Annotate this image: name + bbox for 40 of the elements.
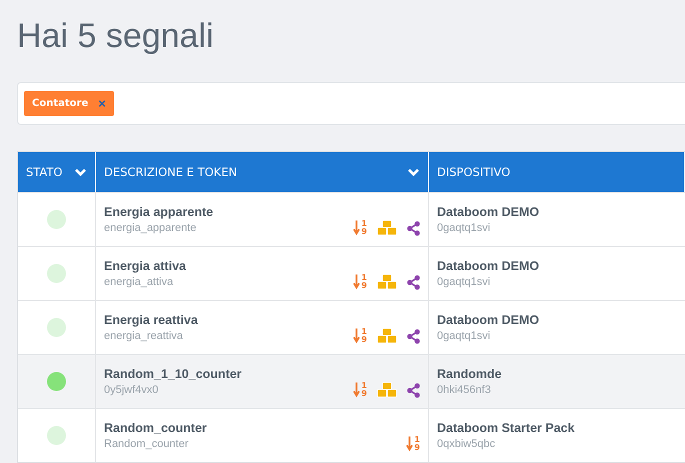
device-token: 0gaqtq1svi	[437, 330, 492, 342]
device-token: 0gaqtq1svi	[437, 276, 492, 288]
chevron-down-icon	[74, 168, 87, 176]
cubes-icon	[377, 328, 397, 344]
share-icon	[407, 329, 420, 344]
device-name: Databoom Starter Pack	[437, 421, 575, 435]
chevron-down-icon	[407, 168, 420, 176]
column-label: DISPOSITIVO	[437, 165, 510, 179]
signal-name: Energia attiva	[104, 259, 186, 273]
column-label: DESCRIZIONE E TOKEN	[104, 165, 238, 179]
share-icon	[407, 383, 420, 398]
signal-token: energia_apparente	[104, 222, 198, 234]
signal-token: 0y5jwf4vx0	[104, 384, 160, 396]
table-row[interactable]: Energia attiva energia_attiva 1 9 Databoom DEMO 0gaqtq1svi	[18, 246, 685, 300]
cubes-icon	[377, 382, 397, 398]
signal-token: energia_reattiva	[104, 330, 184, 342]
signal-token: energia_attiva	[104, 276, 174, 288]
column-label: STATO	[26, 165, 62, 179]
cubes-icon	[377, 274, 397, 290]
device-token: 0hki456nf3	[437, 384, 492, 396]
signal-name: Energia reattiva	[104, 313, 198, 327]
device-token: 0qxbiw5qbc	[437, 438, 496, 450]
share-icon	[407, 275, 420, 290]
share-icon	[407, 221, 420, 236]
device-name: Databoom DEMO	[437, 205, 540, 219]
cubes-icon	[377, 220, 397, 236]
device-name: Databoom DEMO	[437, 259, 540, 273]
signal-name: Energia apparente	[104, 205, 214, 219]
signal-name: Random_counter	[104, 421, 207, 435]
table-row[interactable]: Random_counter Random_counter 1 9 Databoom Starter Pack 0qxbiw5qbc	[18, 408, 685, 462]
device-name: Databoom DEMO	[437, 313, 540, 327]
signal-token: Random_counter	[104, 438, 190, 450]
table-row[interactable]: Energia reattiva energia_reattiva 1 9 Databoom DEMO 0gaqtq1svi	[18, 300, 685, 354]
device-name: Randomde	[437, 367, 502, 381]
table-row[interactable]: Random_1_10_counter 0y5jwf4vx0 1 9 Randomde 0hki456nf3	[18, 354, 685, 408]
page-title: Hai 5 segnali	[17, 16, 215, 57]
table-row[interactable]: Energia apparente energia_apparente 1 9 Databoom DEMO 0gaqtq1svi	[18, 192, 685, 246]
filter-label: Contatore	[32, 98, 88, 109]
signal-name: Random_1_10_counter	[104, 367, 242, 381]
device-token: 0gaqtq1svi	[437, 222, 492, 234]
